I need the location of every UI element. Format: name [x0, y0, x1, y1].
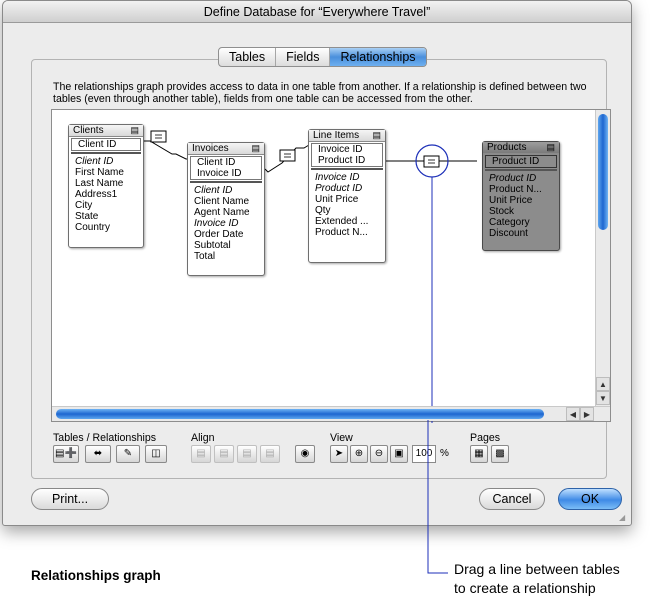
- table-clients-name: Clients: [73, 125, 104, 136]
- field[interactable]: Client ID: [75, 156, 137, 167]
- relationship-line-clients-invoices: [140, 140, 192, 160]
- table-invoices[interactable]: Invoices ▤ Client ID Invoice ID Client ID…: [187, 142, 265, 276]
- field[interactable]: Product N...: [315, 227, 379, 238]
- key-field[interactable]: Invoice ID: [191, 168, 261, 179]
- field[interactable]: Product ID: [315, 183, 379, 194]
- horizontal-scrollbar[interactable]: ◀ ▶: [52, 406, 610, 421]
- divider: [71, 152, 141, 154]
- field[interactable]: Address1: [75, 189, 137, 200]
- fit-icon[interactable]: ▣: [390, 445, 408, 463]
- field[interactable]: Order Date: [194, 229, 258, 240]
- table-menu-icon[interactable]: ▤: [372, 130, 381, 141]
- relationship-box-invoices-lineitems: [279, 149, 296, 162]
- field[interactable]: First Name: [75, 167, 137, 178]
- align-top-icon[interactable]: ▤: [237, 445, 257, 463]
- table-clients[interactable]: Clients ▤ Client ID Client ID First Name …: [68, 124, 144, 248]
- scroll-left-icon[interactable]: ◀: [566, 407, 580, 421]
- color-wheel-icon[interactable]: ◉: [295, 445, 315, 463]
- divider: [311, 168, 383, 170]
- relationships-graph[interactable]: Clients ▤ Client ID Client ID First Name …: [51, 109, 611, 423]
- toolbar-label-align: Align: [191, 432, 215, 444]
- table-menu-icon[interactable]: ▤: [546, 142, 555, 153]
- vertical-scrollbar[interactable]: ▲ ▼: [595, 110, 610, 421]
- relationship-box-clients-invoices: [150, 130, 167, 143]
- scroll-down-icon[interactable]: ▼: [596, 391, 610, 405]
- key-field[interactable]: Product ID: [486, 156, 556, 167]
- key-field[interactable]: Product ID: [312, 155, 382, 166]
- field[interactable]: Invoice ID: [315, 172, 379, 183]
- field[interactable]: Product N...: [489, 184, 553, 195]
- field[interactable]: Product ID: [489, 173, 553, 184]
- key-field[interactable]: Client ID: [191, 157, 261, 168]
- align-left-icon[interactable]: ▤: [191, 445, 211, 463]
- window-title: Define Database for “Everywhere Travel”: [3, 1, 631, 23]
- tab-fields[interactable]: Fields: [276, 48, 331, 66]
- table-menu-icon[interactable]: ▤: [251, 143, 260, 154]
- vertical-scroll-thumb[interactable]: [598, 114, 608, 230]
- pointer-tool-icon[interactable]: ➤: [330, 445, 348, 463]
- tab-relationships[interactable]: Relationships: [330, 48, 426, 66]
- field[interactable]: City: [75, 200, 137, 211]
- callout-text-line2: to create a relationship: [454, 580, 596, 596]
- tab-bar: Tables Fields Relationships: [218, 47, 427, 67]
- zoom-in-icon[interactable]: ⊕: [350, 445, 368, 463]
- tab-tables[interactable]: Tables: [219, 48, 277, 66]
- scroll-right-icon[interactable]: ▶: [580, 407, 594, 421]
- add-table-icon[interactable]: ▤➕: [53, 445, 79, 463]
- field[interactable]: Stock: [489, 206, 553, 217]
- field[interactable]: Invoice ID: [194, 218, 258, 229]
- toolbar-label-pages: Pages: [470, 432, 501, 444]
- callout-text-line1: Drag a line between tables: [454, 561, 620, 577]
- scroll-up-icon[interactable]: ▲: [596, 377, 610, 391]
- key-field[interactable]: Client ID: [72, 139, 140, 150]
- field[interactable]: Last Name: [75, 178, 137, 189]
- field[interactable]: Country: [75, 222, 137, 233]
- field[interactable]: Total: [194, 251, 258, 262]
- page-setup-icon[interactable]: ▩: [491, 445, 509, 463]
- zoom-percent-field[interactable]: 100: [412, 445, 436, 463]
- field[interactable]: Client ID: [194, 185, 258, 196]
- table-products-name: Products: [487, 142, 527, 153]
- zoom-percent-sign: %: [440, 448, 449, 459]
- relationships-description: The relationships graph provides access …: [53, 81, 587, 105]
- page-breaks-icon[interactable]: ▦: [470, 445, 488, 463]
- horizontal-scroll-thumb[interactable]: [56, 409, 544, 419]
- resize-grip-icon[interactable]: ◢: [619, 513, 629, 523]
- toolbar-label-tables: Tables / Relationships: [53, 432, 157, 444]
- table-invoices-name: Invoices: [192, 143, 229, 154]
- field[interactable]: Category: [489, 217, 553, 228]
- table-line-items[interactable]: Line Items ▤ Invoice ID Product ID Invoic…: [308, 129, 386, 263]
- define-database-window: Define Database for “Everywhere Travel” …: [2, 0, 632, 526]
- figure-caption: Relationships graph: [31, 568, 161, 583]
- table-products[interactable]: Products ▤ Product ID Product ID Product …: [482, 141, 560, 251]
- divider: [485, 169, 557, 171]
- toolbar-label-view: View: [330, 432, 353, 444]
- table-line-items-name: Line Items: [313, 130, 360, 141]
- cancel-button[interactable]: Cancel: [479, 488, 545, 510]
- field[interactable]: Extended ...: [315, 216, 379, 227]
- table-menu-icon[interactable]: ▤: [130, 125, 139, 136]
- field[interactable]: Subtotal: [194, 240, 258, 251]
- add-relationship-icon[interactable]: ⬌: [85, 445, 111, 463]
- ok-button[interactable]: OK: [558, 488, 622, 510]
- field[interactable]: Qty: [315, 205, 379, 216]
- field[interactable]: Discount: [489, 228, 553, 239]
- edit-pencil-icon[interactable]: ✎: [116, 445, 140, 463]
- key-field[interactable]: Invoice ID: [312, 144, 382, 155]
- zoom-out-icon[interactable]: ⊖: [370, 445, 388, 463]
- align-middle-icon[interactable]: ▤: [260, 445, 280, 463]
- print-button[interactable]: Print...: [31, 488, 109, 510]
- delete-icon[interactable]: ◫: [145, 445, 167, 463]
- relationship-box-lineitems-products: [423, 155, 440, 168]
- field[interactable]: Client Name: [194, 196, 258, 207]
- align-center-icon[interactable]: ▤: [214, 445, 234, 463]
- field[interactable]: Unit Price: [489, 195, 553, 206]
- field[interactable]: Unit Price: [315, 194, 379, 205]
- field[interactable]: State: [75, 211, 137, 222]
- divider: [190, 181, 262, 183]
- field[interactable]: Agent Name: [194, 207, 258, 218]
